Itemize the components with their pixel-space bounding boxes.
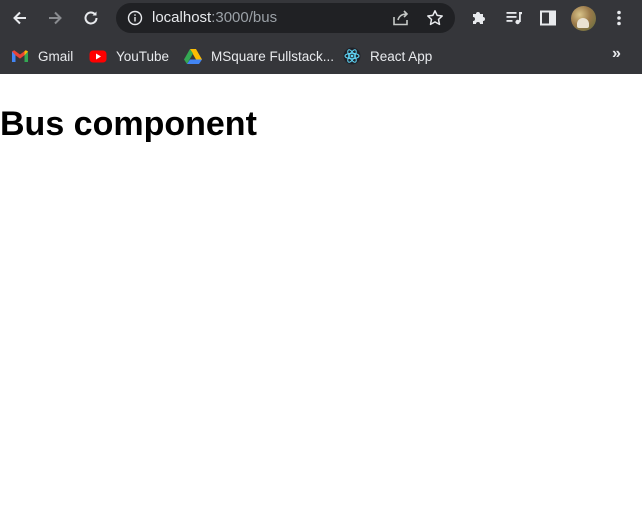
- bookmark-label: React App: [370, 48, 433, 64]
- queue-music-icon: [506, 12, 522, 25]
- back-arrow-icon: [13, 11, 26, 25]
- bookmark-label: MSquare Fullstack...: [211, 48, 335, 64]
- extensions-button[interactable]: [467, 6, 491, 30]
- bookmark-msquare[interactable]: MSquare Fullstack...: [184, 46, 334, 66]
- address-bar[interactable]: localhost:3000/bus: [116, 3, 455, 33]
- bookmark-youtube[interactable]: YouTube: [89, 46, 169, 66]
- puzzle-icon: [473, 12, 485, 24]
- url-text[interactable]: localhost:3000/bus: [152, 9, 277, 27]
- url-path: :3000/bus: [211, 9, 278, 26]
- forward-arrow-icon: [49, 11, 62, 25]
- bookmarks-bar: Gmail YouTube MSquare Fullstack... React…: [0, 36, 642, 74]
- url-host: localhost: [152, 9, 212, 26]
- side-panel-button[interactable]: [536, 6, 560, 30]
- kebab-menu-icon: [617, 10, 621, 26]
- forward-button[interactable]: [43, 6, 67, 30]
- gmail-icon: [11, 47, 29, 65]
- side-panel-icon: [540, 10, 556, 26]
- back-button[interactable]: [8, 6, 32, 30]
- browser-chrome: localhost:3000/bus Gmail YouTube MSquare…: [0, 0, 642, 74]
- bookmark-gmail[interactable]: Gmail: [11, 46, 73, 66]
- bookmarks-overflow-button[interactable]: »: [612, 45, 621, 63]
- profile-avatar[interactable]: [571, 6, 596, 31]
- google-drive-icon: [184, 47, 202, 65]
- browser-menu-button[interactable]: [607, 6, 631, 30]
- page-heading: Bus component: [0, 105, 257, 143]
- reload-icon: [84, 11, 98, 25]
- toolbar: localhost:3000/bus: [0, 0, 642, 36]
- media-controls-button[interactable]: [502, 6, 526, 30]
- youtube-icon: [89, 47, 107, 65]
- bookmark-react-app[interactable]: React App: [343, 46, 432, 66]
- bookmark-label: Gmail: [38, 48, 74, 64]
- share-icon[interactable]: [391, 9, 411, 27]
- reload-button[interactable]: [79, 6, 103, 30]
- react-icon: [343, 47, 361, 65]
- site-info-icon[interactable]: [127, 10, 143, 26]
- bookmark-star-icon[interactable]: [425, 8, 445, 28]
- bookmark-label: YouTube: [116, 48, 170, 64]
